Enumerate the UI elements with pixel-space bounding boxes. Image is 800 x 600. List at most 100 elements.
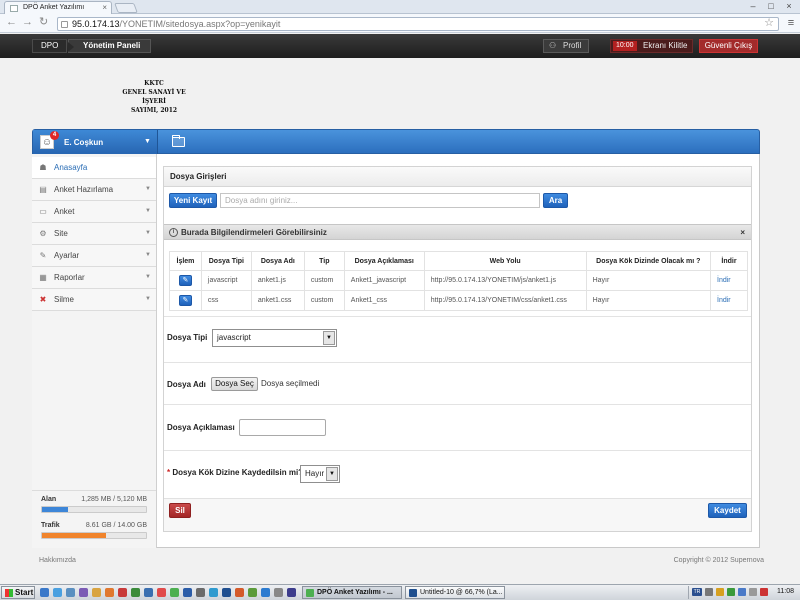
logo-line-1: KKTC — [144, 80, 164, 87]
sidebar-item-label: Silme — [54, 295, 75, 304]
dropdown-arrow-icon: ▼ — [326, 467, 338, 481]
chevron-down-icon: ▼ — [145, 296, 151, 302]
user-name: E. Coşkun — [64, 138, 104, 147]
chevron-down-icon: ▼ — [145, 186, 151, 192]
app-icon[interactable] — [79, 588, 88, 597]
download-link[interactable]: İndir — [717, 277, 731, 284]
app-icon[interactable] — [274, 588, 283, 597]
explorer-icon[interactable] — [66, 588, 75, 597]
sidebar-item-label: Anket Hazırlama — [54, 185, 114, 194]
sidebar-item-label: Ayarlar — [54, 251, 80, 260]
choose-file-button[interactable]: Dosya Seç — [211, 377, 258, 391]
delete-button[interactable]: Sil — [169, 503, 191, 518]
edit-pencil-icon[interactable]: ✎ — [178, 295, 192, 306]
close-icon[interactable]: × — [740, 225, 745, 240]
brand-button[interactable]: DPO — [32, 39, 68, 53]
taskbar-item-label: DPÖ Anket Yazılımı - ... — [317, 589, 393, 596]
page-info-icon[interactable] — [61, 21, 68, 28]
tray-icon[interactable] — [727, 588, 735, 596]
app-icon[interactable] — [248, 588, 257, 597]
root-dir-select[interactable]: Hayır ▼ — [300, 465, 340, 483]
ie-icon[interactable] — [53, 588, 62, 597]
close-window-icon[interactable]: × — [782, 1, 796, 11]
edit-pencil-icon[interactable]: ✎ — [178, 275, 192, 286]
browser-tab[interactable]: DPÖ Anket Yazılımı × — [4, 1, 112, 14]
column-header: Dosya Tipi — [200, 251, 252, 271]
close-tab-icon[interactable]: × — [102, 3, 107, 12]
sidebar-item-reports[interactable]: ▦ Raporlar ▼ — [32, 267, 156, 289]
column-header: İşlem — [169, 251, 202, 271]
folder-icon[interactable] — [92, 588, 101, 597]
chevron-down-icon: ▼ — [145, 230, 151, 236]
desktop-icon[interactable] — [40, 588, 49, 597]
start-button[interactable]: Start — [1, 586, 35, 599]
file-description-input[interactable] — [239, 419, 326, 436]
firefox-icon[interactable] — [105, 588, 114, 597]
profile-button[interactable]: ⚇ Profil — [543, 39, 589, 53]
photoshop-icon — [409, 589, 417, 597]
wrench-menu-icon[interactable]: ≡ — [785, 17, 797, 29]
copyright-text: Copyright © 2012 Supernova — [673, 557, 764, 564]
search-input[interactable] — [220, 193, 540, 208]
save-button[interactable]: Kaydet — [708, 503, 747, 518]
taskbar-item-photoshop[interactable]: Untitled-10 @ 66,7% (La... — [405, 586, 505, 599]
system-tray: TR 11:08 — [688, 586, 799, 599]
download-link[interactable]: İndir — [717, 297, 731, 304]
app-icon[interactable] — [131, 588, 140, 597]
sidebar-item-survey-prep[interactable]: ▤ Anket Hazırlama ▼ — [32, 179, 156, 201]
about-link[interactable]: Hakkımızda — [39, 557, 76, 564]
app-icon[interactable] — [235, 588, 244, 597]
start-label: Start — [15, 588, 34, 597]
web-path-cell: http://95.0.174.13/YONETIM/css/anket1.cs… — [423, 290, 587, 311]
app-icon[interactable] — [287, 588, 296, 597]
app-icon[interactable] — [183, 588, 192, 597]
forward-arrow-icon[interactable]: → — [22, 17, 33, 28]
photoshop-icon[interactable] — [222, 588, 231, 597]
tools-icon: ✎ — [39, 251, 47, 260]
description-cell: Anket1_javascript — [343, 270, 425, 291]
browser-toolbar: ← → ↻ 95.0.174.13/YONETIM/sitedosya.aspx… — [0, 14, 800, 33]
sidebar-item-home[interactable]: ☗ Anasayfa — [32, 157, 156, 179]
user-menu[interactable]: ☺ 4 E. Coşkun ▼ — [33, 130, 158, 154]
app-icon[interactable] — [144, 588, 153, 597]
search-button[interactable]: Ara — [543, 193, 568, 208]
sidebar-item-settings[interactable]: ✎ Ayarlar ▼ — [32, 245, 156, 267]
skype-icon[interactable] — [261, 588, 270, 597]
folder-icon[interactable] — [172, 135, 185, 147]
address-bar[interactable]: 95.0.174.13/YONETIM/sitedosya.aspx?op=ye… — [57, 17, 779, 31]
action-cell: ✎ — [169, 290, 202, 311]
reload-icon[interactable]: ↻ — [39, 17, 48, 28]
minimize-icon[interactable]: – — [746, 1, 760, 11]
maximize-icon[interactable]: □ — [764, 1, 778, 11]
volume-icon[interactable] — [749, 588, 757, 596]
sidebar-item-site[interactable]: ⚙ Site ▼ — [32, 223, 156, 245]
tray-icon[interactable] — [705, 588, 713, 596]
new-record-button[interactable]: Yeni Kayıt — [169, 193, 217, 208]
lock-screen-button[interactable]: 10:00 Ekranı Kilitle — [610, 39, 693, 53]
traffic-progress-fill — [42, 533, 106, 538]
back-arrow-icon[interactable]: ← — [6, 17, 17, 28]
file-type-value: javascript — [217, 333, 251, 342]
download-cell: İndir — [710, 270, 748, 291]
tray-icon[interactable] — [760, 588, 768, 596]
space-progress-bar — [41, 506, 147, 513]
language-indicator[interactable]: TR — [692, 588, 702, 596]
tray-icon[interactable] — [716, 588, 724, 596]
form-icon: ▭ — [39, 207, 47, 216]
app-icon[interactable] — [209, 588, 218, 597]
sidebar-item-delete[interactable]: ✖ Silme ▼ — [32, 289, 156, 311]
opera-icon[interactable] — [157, 588, 166, 597]
network-icon[interactable] — [738, 588, 746, 596]
file-type-select[interactable]: javascript ▼ — [212, 329, 337, 347]
taskbar-item-browser[interactable]: DPÖ Anket Yazılımı - ... — [302, 586, 402, 599]
app-icon[interactable] — [118, 588, 127, 597]
browser-tab-title: DPÖ Anket Yazılımı — [23, 4, 85, 11]
bookmark-star-icon[interactable]: ☆ — [764, 18, 774, 29]
app-icon[interactable] — [196, 588, 205, 597]
sidebar-item-survey[interactable]: ▭ Anket ▼ — [32, 201, 156, 223]
new-tab-button[interactable] — [114, 3, 138, 13]
logout-button[interactable]: Güvenli Çıkış — [699, 39, 758, 53]
chrome-icon[interactable] — [170, 588, 179, 597]
breadcrumb[interactable]: Yönetim Paneli — [68, 39, 152, 53]
delete-icon: ✖ — [39, 295, 47, 304]
